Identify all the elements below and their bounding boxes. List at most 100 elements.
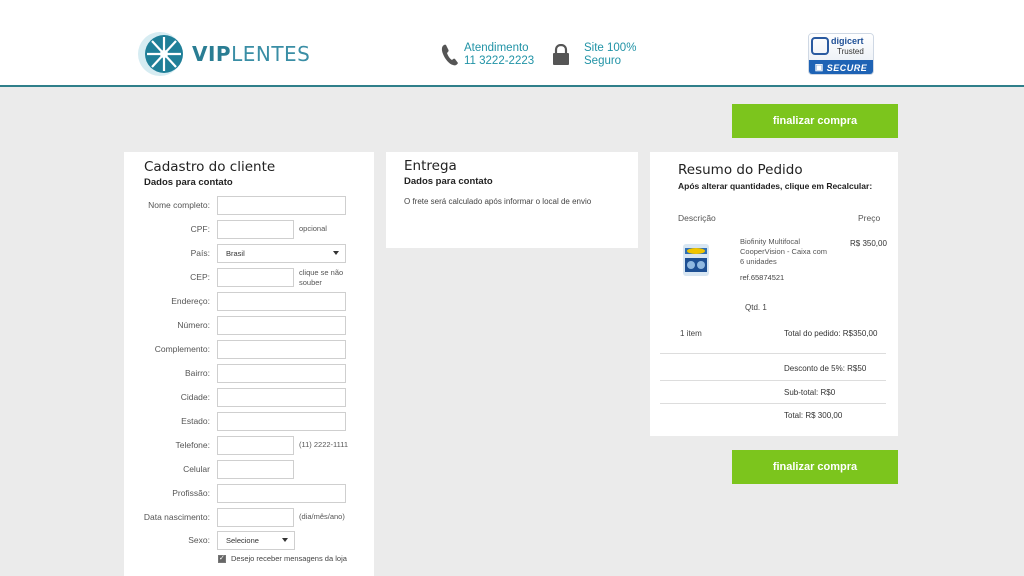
finalizar-compra-top-button[interactable]: finalizar compra (732, 104, 898, 138)
total: Total: R$ 300,00 (784, 411, 843, 420)
digicert-secure-bar: ▣ SECURE (809, 60, 873, 74)
resumo-panel: Resumo do Pedido Após alterar quantidade… (650, 152, 898, 436)
form-row-endereco: Endereço: (124, 292, 374, 312)
input-cidade[interactable] (217, 388, 346, 407)
form-row-cep: CEP: clique se não souber (124, 268, 374, 288)
logo-vip: VIP (192, 42, 232, 66)
input-celular[interactable] (217, 460, 294, 479)
chevron-down-icon (282, 538, 288, 542)
label-cidade: Cidade: (180, 392, 210, 402)
cadastro-title: Cadastro do cliente (144, 159, 276, 175)
newsletter-label: Desejo receber mensagens da loja (231, 554, 347, 563)
label-complemento: Complemento: (154, 344, 210, 354)
input-nascimento[interactable] (217, 508, 294, 527)
input-profissao[interactable] (217, 484, 346, 503)
digicert-trusted: Trusted (837, 47, 864, 56)
form-row-celular: Celular (124, 460, 374, 480)
total-pedido: Total do pedido: R$350,00 (784, 329, 878, 338)
label-estado: Estado: (181, 416, 210, 426)
logo-text: VIPLENTES (192, 42, 310, 66)
phone-icon (441, 44, 458, 66)
input-telefone[interactable] (217, 436, 294, 455)
label-endereco: Endereço: (171, 296, 210, 306)
desconto: Desconto de 5%: R$50 (784, 364, 867, 373)
label-cpf: CPF: (190, 224, 210, 234)
hint-cep-link[interactable]: clique se não souber (299, 268, 354, 288)
label-profissao: Profissão: (172, 488, 210, 498)
input-bairro[interactable] (217, 364, 346, 383)
site-header: VIPLENTES Atendimento 11 3222-2223 Site … (0, 0, 1024, 87)
form-row-nome: Nome completo: (124, 196, 374, 216)
digicert-secure: SECURE (826, 62, 868, 73)
label-nome: Nome completo: (148, 200, 210, 210)
col-descricao: Descrição (678, 213, 716, 223)
col-preco: Preço (858, 213, 881, 223)
secure-line2: Seguro (584, 55, 622, 67)
secure-site-info: Site 100% Seguro (552, 42, 636, 68)
input-complemento[interactable] (217, 340, 346, 359)
digicert-brand: digicert (831, 36, 864, 46)
form-row-sexo: Sexo: Selecione (124, 531, 374, 551)
finalizar-compra-bottom-button[interactable]: finalizar compra (732, 450, 898, 484)
contact-phone[interactable]: 11 3222-2223 (464, 55, 534, 68)
input-nome[interactable] (217, 196, 346, 215)
subtotal: Sub-total: R$0 (784, 388, 836, 397)
form-row-numero: Número: (124, 316, 374, 336)
label-celular: Celular (183, 464, 210, 474)
item-count: 1 item (680, 329, 702, 338)
entrega-panel: Entrega Dados para contato O frete será … (386, 152, 638, 248)
product-qty: Qtd. 1 (745, 303, 767, 312)
digicert-badge[interactable]: digicert Trusted ▣ SECURE (808, 33, 874, 75)
product-price: R$ 350,00 (850, 239, 887, 248)
label-telefone: Telefone: (175, 440, 211, 450)
form-row-cpf: CPF: opcional (124, 220, 374, 240)
logo-mark-icon (138, 32, 183, 76)
viplentes-logo[interactable]: VIPLENTES (134, 31, 310, 77)
form-row-estado: Estado: (124, 412, 374, 432)
form-row-telefone: Telefone: (11) 2222-1111 (124, 436, 374, 456)
hint-telefone: (11) 2222-1111 (299, 440, 349, 449)
select-sexo[interactable]: Selecione (217, 531, 295, 550)
chevron-down-icon (333, 251, 339, 255)
form-row-bairro: Bairro: (124, 364, 374, 384)
digicert-logo-icon (811, 37, 829, 55)
divider (660, 353, 886, 354)
entrega-title: Entrega (404, 158, 457, 174)
cadastro-subtitle: Dados para contato (144, 177, 233, 188)
select-pais-value: Brasil (226, 249, 245, 258)
input-estado[interactable] (217, 412, 346, 431)
select-pais[interactable]: Brasil (217, 244, 346, 263)
label-pais: País: (190, 248, 210, 258)
label-nascimento: Data nascimento: (143, 512, 210, 522)
lock-icon (553, 44, 569, 65)
form-row-profissao: Profissão: (124, 484, 374, 504)
label-numero: Número: (177, 320, 210, 330)
input-cpf[interactable] (217, 220, 294, 239)
resumo-title: Resumo do Pedido (678, 162, 803, 178)
form-row-nascimento: Data nascimento: (dia/mês/ano) (124, 508, 374, 528)
newsletter-checkbox[interactable] (218, 554, 226, 563)
divider (660, 380, 886, 381)
resumo-subtitle: Após alterar quantidades, clique em Reca… (678, 181, 873, 191)
form-row-complemento: Complemento: (124, 340, 374, 360)
label-bairro: Bairro: (184, 368, 210, 378)
product-name[interactable]: Biofinity Multifocal CooperVision - Caix… (740, 237, 830, 267)
label-cep: CEP: (190, 272, 210, 282)
select-sexo-value: Selecione (226, 536, 259, 545)
input-cep[interactable] (217, 268, 294, 287)
newsletter-option: Desejo receber mensagens da loja (218, 554, 347, 563)
label-sexo: Sexo: (188, 535, 210, 545)
contact-label: Atendimento (464, 42, 529, 54)
hint-nascimento: (dia/mês/ano) (299, 512, 345, 521)
digicert-lock-icon: ▣ (814, 62, 824, 72)
secure-line1: Site 100% (584, 42, 637, 54)
input-numero[interactable] (217, 316, 346, 335)
form-row-pais: País: Brasil (124, 244, 374, 264)
product-image[interactable] (680, 238, 712, 282)
cadastro-panel: Cadastro do cliente Dados para contato N… (124, 152, 374, 576)
entrega-subtitle: Dados para contato (404, 176, 493, 187)
form-row-cidade: Cidade: (124, 388, 374, 408)
entrega-note: O frete será calculado após informar o l… (404, 197, 592, 206)
logo-lentes: LENTES (231, 42, 311, 66)
input-endereco[interactable] (217, 292, 346, 311)
